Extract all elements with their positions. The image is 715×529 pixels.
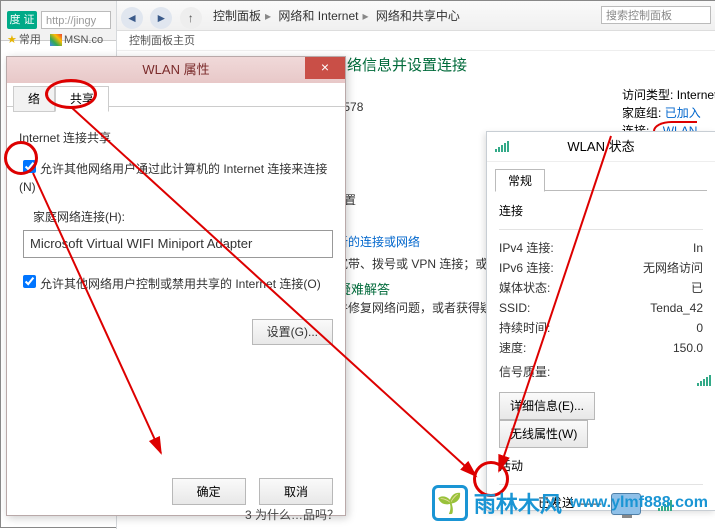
dialog-buttons: 确定 取消: [162, 478, 333, 505]
forward-icon[interactable]: ►: [150, 7, 172, 29]
duration-key: 持续时间:: [499, 318, 550, 338]
tab-network[interactable]: 络: [13, 86, 55, 112]
back-icon[interactable]: ◄: [121, 7, 143, 29]
ssid-key: SSID:: [499, 298, 530, 318]
duration-val: 0: [696, 318, 703, 338]
wlan-status-title: WLAN 状态: [487, 132, 715, 162]
dialog-title: WLAN 属性 ×: [7, 57, 345, 83]
media-key: 媒体状态:: [499, 278, 550, 298]
breadcrumb[interactable]: 控制面板▸ 网络和 Internet▸ 网络和共享中心: [213, 1, 460, 31]
activity-label: 活动: [499, 456, 703, 476]
msn-icon: [50, 34, 62, 46]
details-button[interactable]: 详细信息(E)...: [499, 392, 595, 420]
brand-url: www.ylmf888.com: [570, 494, 708, 512]
signal-icon: [697, 376, 711, 386]
wlan-tabs: 常规: [495, 168, 707, 190]
homegroup-key: 家庭组:: [622, 106, 661, 120]
dialog-tabs: 络 共享: [7, 83, 345, 107]
brand-cn: 雨林木风: [474, 487, 562, 519]
access-type-val: Internet: [677, 88, 715, 102]
brand-watermark: 🌱 雨林木风 www.ylmf888.com: [432, 485, 708, 521]
chevron-right-icon: ▸: [265, 9, 271, 23]
search-input[interactable]: 搜索控制面板: [601, 6, 711, 24]
allow-control-checkbox[interactable]: [23, 275, 36, 288]
ipv6-key: IPv6 连接:: [499, 258, 554, 278]
signal-icon: [495, 142, 509, 152]
site-badge: 度 证: [7, 11, 37, 29]
signal-quality-key: 信号质量:: [499, 362, 550, 382]
star-icon: ★: [7, 34, 17, 46]
ics-section-label: Internet 连接共享: [19, 129, 333, 147]
chevron-right-icon: ▸: [362, 9, 368, 23]
access-type-key: 访问类型:: [622, 88, 673, 102]
home-network-label: 家庭网络连接(H):: [33, 208, 333, 226]
url-input[interactable]: http://jingy: [41, 11, 111, 29]
msn-label[interactable]: MSN.co: [64, 34, 103, 46]
ipv6-val: 无网络访问: [643, 258, 703, 278]
ipv4-key: IPv4 连接:: [499, 238, 554, 258]
wlan-properties-dialog: WLAN 属性 × 络 共享 Internet 连接共享 允许其他网络用户通过此…: [6, 56, 346, 516]
adapter-select[interactable]: Microsoft Virtual WIFI Miniport Adapter: [23, 230, 333, 258]
wlan-body: 连接 IPv4 连接: In IPv6 连接: 无网络访问 媒体状态: 已 SSID:…: [487, 191, 715, 525]
allow-share-checkbox[interactable]: [23, 160, 36, 173]
speed-val: 150.0: [673, 338, 703, 358]
allow-control-label: 允许其他网络用户控制或禁用共享的 Internet 连接(O): [40, 277, 321, 291]
dialog-body: Internet 连接共享 允许其他网络用户通过此计算机的 Internet 连…: [7, 107, 345, 307]
conn-section-label: 连接: [499, 201, 703, 221]
wlan-status-window: WLAN 状态 常规 连接 IPv4 连接: In IPv6 连接: 无网络访问 媒…: [486, 131, 715, 511]
allow-share-label: 允许其他网络用户通过此计算机的 Internet 连接来连接(N): [19, 162, 327, 194]
ssid-val: Tenda_42: [650, 298, 703, 318]
wireless-properties-button[interactable]: 无线属性(W): [499, 420, 588, 448]
bookmarks-bar: ★常用 MSN.co: [7, 31, 103, 47]
brand-leaf-icon: 🌱: [432, 485, 468, 521]
homegroup-link[interactable]: 已加入: [665, 106, 701, 120]
tab-general[interactable]: 常规: [495, 169, 545, 192]
tab-sharing[interactable]: 共享: [55, 86, 109, 112]
ok-button[interactable]: 确定: [172, 478, 246, 505]
fav-label[interactable]: 常用: [19, 34, 41, 46]
footer-question: 3 为什么…品吗？: [245, 506, 339, 523]
media-val: 已: [691, 278, 703, 298]
speed-key: 速度:: [499, 338, 526, 358]
settings-button[interactable]: 设置(G)...: [252, 319, 333, 345]
cp-toolbar: ◄ ► ↑ 控制面板▸ 网络和 Internet▸ 网络和共享中心 搜索控制面板: [117, 1, 715, 31]
up-icon[interactable]: ↑: [180, 7, 202, 29]
cancel-button[interactable]: 取消: [259, 478, 333, 505]
close-icon[interactable]: ×: [305, 57, 345, 79]
cp-sublink[interactable]: 控制面板主页: [117, 31, 715, 51]
ipv4-val: In: [693, 238, 703, 258]
